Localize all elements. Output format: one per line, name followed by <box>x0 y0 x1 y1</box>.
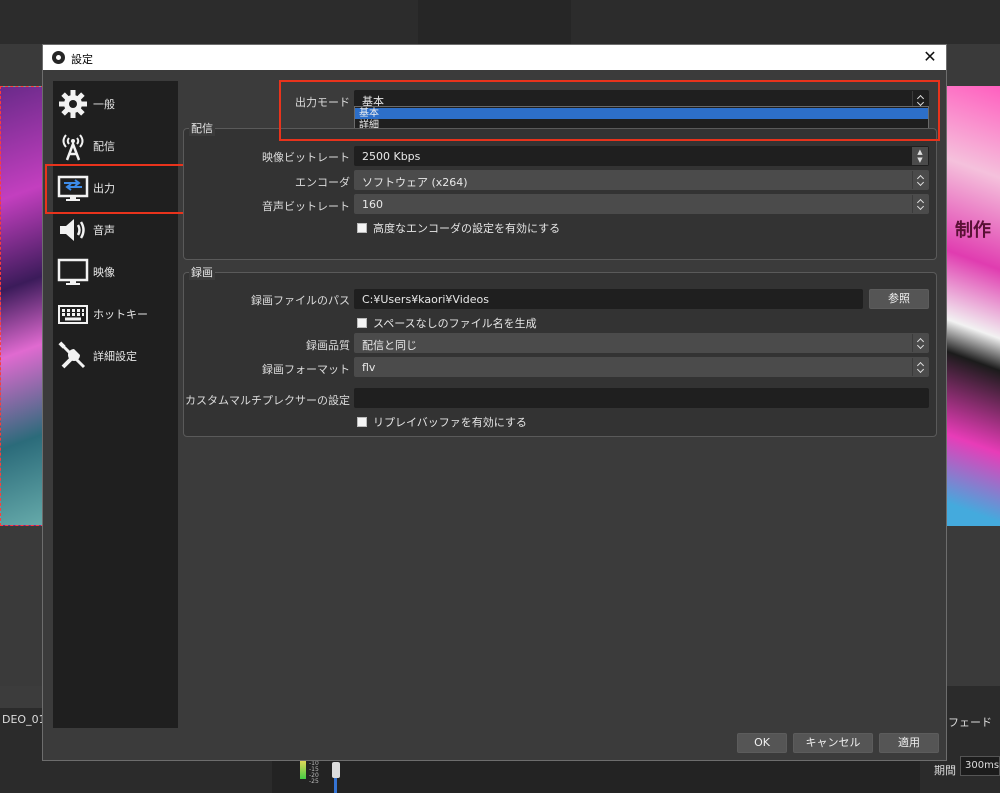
volume-slider-track[interactable] <box>334 778 337 793</box>
checkbox-box[interactable] <box>357 318 367 328</box>
spinbox-stepper[interactable]: ▲ ▼ <box>912 147 928 165</box>
sidebar-item-label: 音声 <box>93 224 115 237</box>
checkbox-label: 高度なエンコーダの設定を有効にする <box>373 222 561 235</box>
recording-path-label: 録画ファイルのパス <box>251 294 350 307</box>
output-mode-annotation <box>279 80 940 141</box>
sidebar-item-label: 一般 <box>93 98 115 111</box>
cancel-button[interactable]: キャンセル <box>793 733 873 753</box>
dialog-titlebar: 設定 ✕ <box>43 45 946 70</box>
sidebar-item-label: ホットキー <box>93 308 148 321</box>
tools-icon <box>58 341 86 369</box>
keyboard-icon <box>58 305 88 324</box>
obs-main-topbar <box>0 0 1000 44</box>
custom-muxer-label: カスタムマルチプレクサーの設定 <box>185 394 350 407</box>
encoder-value: ソフトウェア (x264) <box>362 176 468 189</box>
advanced-encoder-checkbox[interactable]: 高度なエンコーダの設定を有効にする <box>357 220 560 236</box>
dialog-title: 設定 <box>71 53 93 66</box>
chevron-updown-icon <box>912 334 928 352</box>
chevron-up-icon: ▲ <box>917 148 923 156</box>
recording-format-label: 録画フォーマット <box>262 363 350 376</box>
broadcast-icon <box>62 134 84 161</box>
topbar-panel <box>418 0 571 44</box>
recording-quality-value: 配信と同じ <box>362 339 417 352</box>
monitor-icon <box>57 258 89 285</box>
video-bitrate-label: 映像ビットレート <box>262 151 350 164</box>
preview-source-left[interactable] <box>0 86 44 526</box>
checkbox-label: リプレイバッファを有効にする <box>373 416 527 429</box>
recording-quality-label: 録画品質 <box>306 339 350 352</box>
sidebar-item-label: 映像 <box>93 266 115 279</box>
replay-buffer-checkbox[interactable]: リプレイバッファを有効にする <box>357 414 527 430</box>
sidebar-item-video[interactable]: 映像 <box>53 251 178 291</box>
checkbox-box[interactable] <box>357 223 367 233</box>
preview-text: 制作 <box>955 220 991 241</box>
encoder-select[interactable]: ソフトウェア (x264) <box>354 170 929 190</box>
obs-logo-icon <box>52 51 65 64</box>
speaker-icon <box>60 219 85 241</box>
duration-label: 期間 <box>934 764 956 777</box>
recording-format-select[interactable]: flv <box>354 357 929 377</box>
video-bitrate-value: 2500 Kbps <box>362 150 421 163</box>
recording-group-title: 録画 <box>189 264 215 280</box>
audio-bitrate-label: 音声ビットレート <box>262 200 350 213</box>
custom-muxer-input[interactable] <box>354 388 929 408</box>
chevron-updown-icon <box>912 195 928 213</box>
streaming-group-title: 配信 <box>189 120 215 136</box>
gear-icon <box>59 90 87 118</box>
checkbox-box[interactable] <box>357 417 367 427</box>
no-space-filename-checkbox[interactable]: スペースなしのファイル名を生成 <box>357 315 537 331</box>
checkbox-label: スペースなしのファイル名を生成 <box>373 317 537 330</box>
audio-bitrate-value: 160 <box>362 198 383 211</box>
recording-format-value: flv <box>362 361 376 374</box>
ok-button[interactable]: OK <box>737 733 787 753</box>
preview-source-right[interactable]: 制作 <box>947 86 1000 526</box>
sidebar-item-audio[interactable]: 音声 <box>53 209 178 249</box>
audio-mixer <box>272 760 920 793</box>
volume-meter <box>300 760 306 779</box>
audio-bitrate-select[interactable]: 160 <box>354 194 929 214</box>
meter-scale: -10 -15 -20 -25 <box>309 760 319 785</box>
chevron-updown-icon <box>912 171 928 189</box>
recording-path-input[interactable]: C:¥Users¥kaori¥Videos <box>354 289 863 309</box>
volume-slider-handle[interactable] <box>332 762 340 778</box>
browse-button[interactable]: 参照 <box>869 289 929 309</box>
chevron-down-icon: ▼ <box>917 156 923 164</box>
close-button[interactable]: ✕ <box>920 47 940 67</box>
encoder-label: エンコーダ <box>295 176 350 189</box>
chevron-updown-icon <box>912 358 928 376</box>
settings-dialog: 設定 ✕ 一般 配信 出力 音声 映像 ホットキー 詳細設定 出力モード 基本 … <box>42 44 947 761</box>
sidebar-item-label: 配信 <box>93 140 115 153</box>
apply-button[interactable]: 適用 <box>879 733 939 753</box>
sidebar-item-label: 詳細設定 <box>93 350 137 363</box>
transition-select[interactable]: フェード <box>948 714 992 730</box>
recording-quality-select[interactable]: 配信と同じ <box>354 333 929 353</box>
video-bitrate-input[interactable]: 2500 Kbps ▲ ▼ <box>354 146 929 166</box>
duration-input[interactable]: 300ms <box>960 756 1000 776</box>
